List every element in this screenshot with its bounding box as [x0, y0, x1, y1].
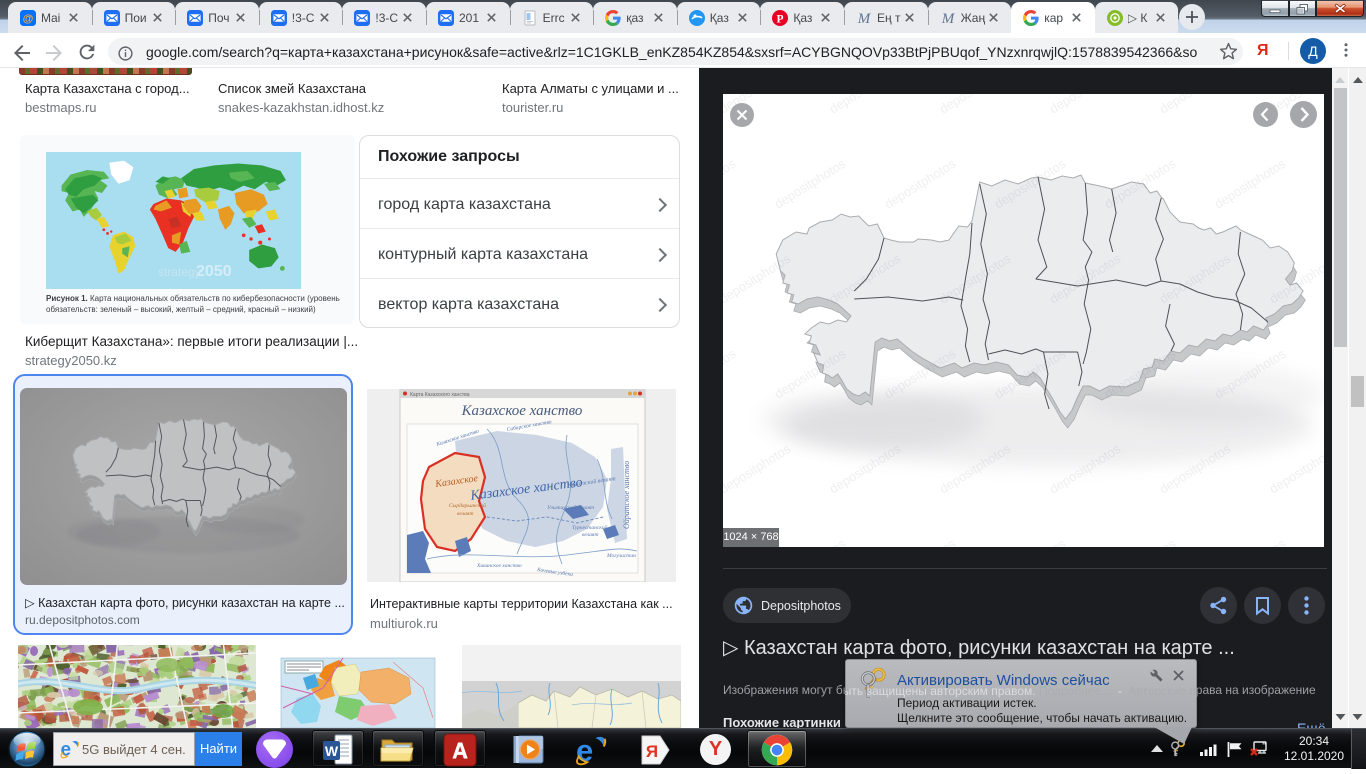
svg-text:depositphotos: depositphotos: [1047, 94, 1124, 117]
svg-text:P: P: [777, 13, 784, 25]
svg-text:Я: Я: [646, 742, 658, 761]
svg-text:Могулистан: Могулистан: [606, 553, 636, 559]
svg-text:depositphotos: depositphotos: [723, 156, 739, 212]
svg-text:depositphotos: depositphotos: [772, 156, 849, 212]
svg-text:Улытауский велаят: Улытауский велаят: [547, 504, 594, 511]
svg-text:2050: 2050: [196, 263, 232, 280]
svg-text:W: W: [325, 743, 339, 759]
svg-text:depositphotos: depositphotos: [992, 536, 1069, 547]
svg-text:Карта Казахского ханства: Карта Казахского ханства: [410, 392, 470, 398]
svg-text:@: @: [23, 13, 34, 25]
svg-text:depositphotos: depositphotos: [723, 441, 794, 497]
svg-text:M: M: [857, 11, 872, 26]
svg-text:depositphotos: depositphotos: [937, 94, 1014, 117]
svg-text:depositphotos: depositphotos: [1267, 441, 1324, 497]
svg-text:велаят: велаят: [582, 532, 598, 538]
svg-text:Сырдарьинский: Сырдарьинский: [449, 502, 486, 509]
svg-text:depositphotos: depositphotos: [1102, 536, 1179, 547]
svg-text:Туркестанский: Туркестанский: [572, 524, 608, 531]
svg-text:depositphotos: depositphotos: [882, 536, 959, 547]
svg-text:depositphotos: depositphotos: [1322, 156, 1324, 212]
svg-text:depositphotos: depositphotos: [827, 94, 904, 117]
svg-text:depositphotos: depositphotos: [1212, 536, 1289, 547]
svg-text:depositphotos: depositphotos: [723, 346, 739, 402]
svg-text:strategy: strategy: [158, 265, 201, 279]
svg-text:depositphotos: depositphotos: [1157, 94, 1234, 117]
svg-text:Казахское ханство: Казахское ханство: [461, 403, 583, 419]
svg-text:M: M: [940, 11, 955, 26]
svg-text:Хивинское ханство: Хивинское ханство: [476, 563, 522, 569]
svg-text:Ойратское ханство: Ойратское ханство: [622, 461, 631, 529]
svg-text:depositphotos: depositphotos: [882, 156, 959, 212]
svg-text:depositphotos: depositphotos: [772, 536, 849, 547]
svg-text:depositphotos: depositphotos: [1322, 536, 1324, 547]
svg-text:велаят: велаят: [457, 511, 473, 517]
svg-text:depositphotos: depositphotos: [1212, 156, 1289, 212]
